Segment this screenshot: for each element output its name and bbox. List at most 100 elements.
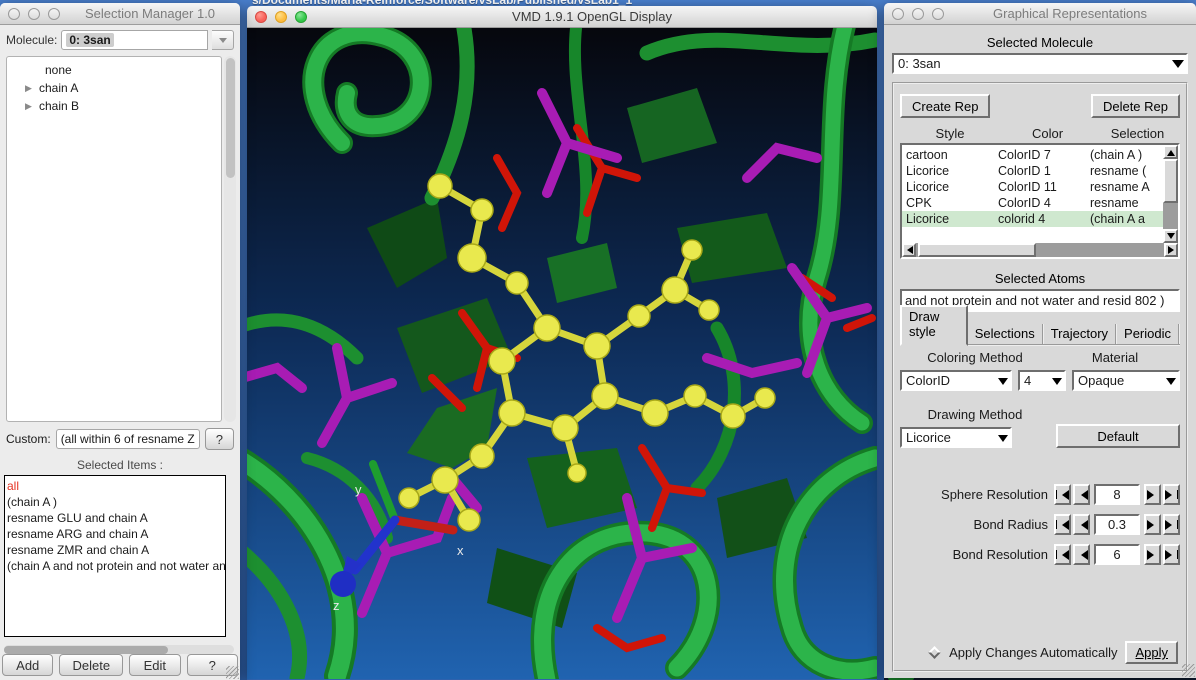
molecule-label: Molecule: [6, 33, 57, 47]
scroll-down-button[interactable] [1163, 229, 1178, 243]
vmd-titlebar[interactable]: VMD 1.9.1 OpenGL Display [247, 6, 877, 28]
drawing-method-combobox[interactable]: Licorice [900, 427, 1012, 448]
increment-fast-button[interactable] [1163, 544, 1180, 565]
resize-grip[interactable] [1182, 664, 1195, 677]
list-item[interactable]: resname ARG and chain A [7, 526, 225, 542]
molecule-combobox[interactable]: 0: 3san [61, 30, 208, 50]
chevron-down-icon [1172, 60, 1184, 74]
scrollbar-thumb[interactable] [226, 58, 235, 178]
rep-listbox-wrap: cartoonColorID 7(chain A ) LicoriceColor… [900, 143, 1180, 259]
disclosure-triangle-icon[interactable]: ▶ [25, 79, 39, 97]
bond-radius-value[interactable]: 0.3 [1094, 514, 1140, 535]
rep-row[interactable]: LicoriceColorID 1resname ( [902, 163, 1163, 179]
decrement-button[interactable] [1073, 514, 1090, 535]
method-labels-row: Coloring Method Material [900, 350, 1180, 365]
bond-resolution-value[interactable]: 6 [1094, 544, 1140, 565]
increment-button[interactable] [1144, 484, 1161, 505]
opengl-viewport[interactable]: y x z [247, 28, 877, 679]
molecule-combobox-arrow[interactable] [212, 30, 234, 50]
scroll-up-button[interactable] [1163, 145, 1178, 159]
rep-row[interactable]: LicoriceColorID 11resname A [902, 179, 1163, 195]
scrollbar-thumb[interactable] [1163, 159, 1178, 203]
apply-auto-checkbox[interactable] [928, 646, 941, 659]
tree-scrollbar[interactable] [224, 56, 236, 422]
list-item[interactable]: (chain A and not protein and not water a… [7, 558, 225, 574]
tab-periodic[interactable]: Periodic [1117, 324, 1180, 344]
color-id-combobox[interactable]: 4 [1018, 370, 1066, 391]
decrement-fast-button[interactable] [1054, 514, 1071, 535]
custom-selection-input[interactable]: (all within 6 of resname Z [56, 429, 200, 449]
list-item[interactable]: resname GLU and chain A [7, 510, 225, 526]
decrement-button[interactable] [1073, 544, 1090, 565]
increment-fast-button[interactable] [1163, 514, 1180, 535]
close-button[interactable] [892, 8, 904, 20]
zoom-button[interactable] [932, 8, 944, 20]
arrow-left-icon [1057, 550, 1069, 560]
close-button[interactable] [8, 8, 20, 20]
apply-row: Apply Changes Automatically Apply [902, 641, 1178, 664]
rep-row-selected[interactable]: Licoricecolorid 4(chain A a [902, 211, 1163, 227]
minimize-button[interactable] [912, 8, 924, 20]
decrement-fast-button[interactable] [1054, 544, 1071, 565]
selected-molecule-combobox[interactable]: 0: 3san [892, 53, 1188, 74]
rep-vertical-scrollbar[interactable] [1163, 145, 1178, 243]
rep-row[interactable]: cartoonColorID 7(chain A ) [902, 147, 1163, 163]
tab-trajectory[interactable]: Trajectory [1044, 324, 1117, 344]
rep-tabs: Draw style Selections Trajectory Periodi… [900, 322, 1180, 346]
tab-selections[interactable]: Selections [968, 324, 1044, 344]
rep-horizontal-scrollbar[interactable] [902, 243, 1178, 257]
material-label: Material [1050, 350, 1180, 365]
arrow-right-icon [1147, 520, 1159, 530]
rep-row[interactable]: CPKColorID 4 resname [902, 195, 1163, 211]
chevron-down-icon [998, 378, 1008, 390]
list-item[interactable]: resname ZMR and chain A [7, 542, 225, 558]
zoom-button[interactable] [48, 8, 60, 20]
scrollbar-thumb[interactable] [4, 646, 168, 654]
arrow-left-icon [1076, 550, 1088, 560]
delete-rep-button[interactable]: Delete Rep [1091, 94, 1180, 118]
add-button[interactable]: Add [2, 654, 53, 676]
tab-draw-style[interactable]: Draw style [900, 305, 968, 346]
rep-listbox[interactable]: cartoonColorID 7(chain A ) LicoriceColor… [902, 145, 1178, 243]
selection-tree[interactable]: none ▶ chain A ▶ chain B [6, 56, 222, 422]
sphere-resolution-row: Sphere Resolution 8 [900, 484, 1180, 505]
scroll-right-button[interactable] [1164, 243, 1178, 257]
default-button[interactable]: Default [1056, 424, 1180, 448]
decrement-button[interactable] [1073, 484, 1090, 505]
selection-manager-titlebar[interactable]: Selection Manager 1.0 [0, 3, 240, 25]
delete-button[interactable]: Delete [59, 654, 123, 676]
tree-item-chain-a[interactable]: ▶ chain A [7, 79, 221, 97]
chevron-down-icon [1166, 378, 1176, 390]
sphere-resolution-label: Sphere Resolution [941, 487, 1048, 502]
decrement-fast-button[interactable] [1054, 484, 1071, 505]
bar-icon [1177, 490, 1178, 499]
increment-button[interactable] [1144, 514, 1161, 535]
increment-button[interactable] [1144, 544, 1161, 565]
selected-items-list[interactable]: all (chain A ) resname GLU and chain A r… [4, 475, 226, 637]
coloring-method-combobox[interactable]: ColorID [900, 370, 1012, 391]
tree-item-label: chain A [39, 79, 78, 97]
graphical-representations-titlebar[interactable]: Graphical Representations [884, 3, 1196, 25]
resize-grip[interactable] [226, 666, 239, 679]
increment-fast-button[interactable] [1163, 484, 1180, 505]
close-button[interactable] [255, 11, 267, 23]
zoom-button[interactable] [295, 11, 307, 23]
arrow-up-icon [1167, 146, 1175, 156]
custom-help-button[interactable]: ? [205, 428, 234, 450]
create-rep-button[interactable]: Create Rep [900, 94, 990, 118]
horizontal-scrollbar[interactable] [4, 645, 234, 654]
disclosure-triangle-icon[interactable]: ▶ [25, 97, 39, 115]
bond-resolution-row: Bond Resolution 6 [900, 544, 1180, 565]
material-combobox[interactable]: Opaque [1072, 370, 1180, 391]
tree-item-chain-b[interactable]: ▶ chain B [7, 97, 221, 115]
edit-button[interactable]: Edit [129, 654, 180, 676]
apply-button[interactable]: Apply [1125, 641, 1178, 664]
scroll-left-button[interactable] [902, 243, 916, 257]
sphere-resolution-value[interactable]: 8 [1094, 484, 1140, 505]
scrollbar-thumb[interactable] [918, 243, 1036, 257]
minimize-button[interactable] [28, 8, 40, 20]
minimize-button[interactable] [275, 11, 287, 23]
list-item[interactable]: all [7, 478, 225, 494]
list-item[interactable]: (chain A ) [7, 494, 225, 510]
tree-item-none[interactable]: none [7, 61, 221, 79]
